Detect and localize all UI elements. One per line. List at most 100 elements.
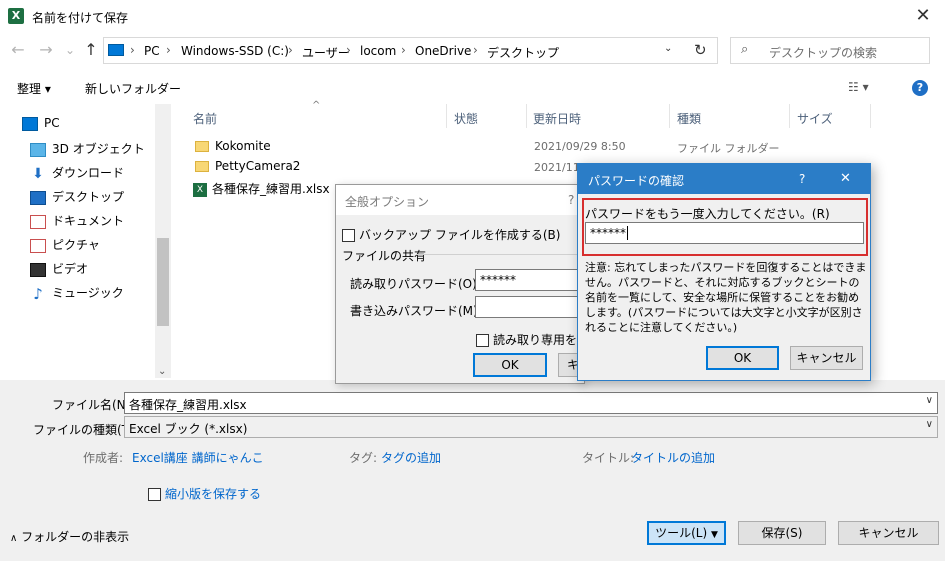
cube-icon <box>30 142 46 157</box>
title-bar <box>0 0 945 32</box>
readonly-checkbox[interactable]: 読み取り専用を推 <box>476 331 589 348</box>
checkbox-icon[interactable] <box>342 229 355 242</box>
checkbox-icon[interactable] <box>476 334 489 347</box>
checkbox-icon[interactable] <box>148 488 161 501</box>
filename-input[interactable]: 各種保存_練習用.xlsx ∨ <box>124 392 938 414</box>
filename-label: ファイル名(N): <box>52 398 135 412</box>
cancel-button[interactable]: キャンセル <box>838 521 939 545</box>
search-box[interactable]: ⌕ デスクトップの検索 <box>730 37 930 64</box>
tags-link[interactable]: タグの追加 <box>381 449 441 466</box>
password-close-button[interactable]: ✕ <box>840 171 851 186</box>
column-header-type[interactable]: 種類 <box>677 110 701 127</box>
address-bar[interactable]: › PC › Windows-SSD (C:) › ユーザー › locom ›… <box>103 37 718 64</box>
breadcrumb-locom[interactable]: locom <box>360 44 396 58</box>
address-dropdown-icon[interactable]: ⌄ <box>664 43 672 54</box>
read-password-label: 読み取りパスワード(O): <box>350 277 481 291</box>
chevron-down-icon[interactable]: ∨ <box>926 419 933 430</box>
tree-item-desktop[interactable]: デスクトップ <box>30 188 124 210</box>
search-input[interactable]: デスクトップの検索 <box>769 44 877 61</box>
tree-item-documents[interactable]: ドキュメント <box>30 212 124 234</box>
reenter-password-field[interactable]: ****** <box>585 222 864 244</box>
title-label: タイトル: <box>582 451 635 465</box>
desktop-icon <box>30 190 46 205</box>
column-divider[interactable] <box>870 104 871 128</box>
password-help-button[interactable]: ? <box>799 172 805 186</box>
column-header-size[interactable]: サイズ <box>797 110 833 127</box>
back-button[interactable]: ← <box>8 40 28 60</box>
tree-item-pictures[interactable]: ピクチャ <box>30 236 100 258</box>
window-title: 名前を付けて保存 <box>32 11 129 25</box>
up-button[interactable]: ↑ <box>81 40 101 60</box>
column-divider[interactable] <box>446 104 447 128</box>
column-header-status[interactable]: 状態 <box>454 110 478 127</box>
window-close-button[interactable]: ✕ <box>905 2 941 30</box>
password-cancel-button[interactable]: キャンセル <box>790 346 863 370</box>
help-icon[interactable]: ? <box>912 80 928 96</box>
folder-icon <box>195 161 209 172</box>
text-cursor <box>627 226 628 240</box>
document-icon <box>30 214 46 229</box>
download-icon: ⬇ <box>32 165 44 182</box>
organize-menu[interactable]: 整理 ▾ <box>17 80 51 97</box>
divider <box>416 254 584 255</box>
recent-locations-button[interactable]: ⌄ <box>60 40 80 60</box>
scroll-down-icon[interactable]: ⌄ <box>158 366 166 377</box>
breadcrumb-onedrive[interactable]: OneDrive <box>415 44 471 58</box>
breadcrumb-desktop[interactable]: デスクトップ <box>487 44 559 61</box>
file-type: ファイル フォルダー <box>677 142 780 155</box>
author-link[interactable]: Excel講座 講師にゃんこ <box>132 449 264 466</box>
chevron-down-icon[interactable]: ∨ <box>926 395 933 406</box>
options-dialog-title: 全般オプション <box>345 195 430 209</box>
picture-icon <box>30 238 46 253</box>
breadcrumb-pc[interactable]: PC <box>144 44 160 58</box>
column-divider[interactable] <box>789 104 790 128</box>
write-password-field[interactable] <box>475 296 585 318</box>
author-label: 作成者: <box>83 451 124 465</box>
tree-item-downloads[interactable]: ⬇ ダウンロード <box>30 164 124 186</box>
reenter-password-label: パスワードをもう一度入力してください。(R) <box>585 207 830 221</box>
excel-app-icon: X <box>8 8 24 24</box>
music-icon: ♪ <box>33 284 43 303</box>
write-password-label: 書き込みパスワード(M): <box>350 304 482 318</box>
password-ok-button[interactable]: OK <box>706 346 779 370</box>
column-header-name[interactable]: 名前 <box>193 110 217 127</box>
breadcrumb-users[interactable]: ユーザー <box>302 44 350 61</box>
excel-file-icon: X <box>193 182 207 197</box>
folder-icon <box>195 141 209 152</box>
file-row[interactable]: X 各種保存_練習用.xlsx <box>193 180 330 202</box>
column-divider[interactable] <box>669 104 670 128</box>
hide-folders-toggle[interactable]: ∧ フォルダーの非表示 <box>10 528 129 545</box>
confirm-password-dialog: パスワードの確認 ? ✕ パスワードをもう一度入力してください。(R) ****… <box>577 163 871 381</box>
chevron-up-icon: ∧ <box>10 533 18 544</box>
breadcrumb-drive[interactable]: Windows-SSD (C:) <box>181 44 289 58</box>
view-options-icon[interactable]: ☷ ▾ <box>848 80 882 96</box>
column-divider[interactable] <box>526 104 527 128</box>
dropdown-arrow-icon: ▼ <box>710 530 718 540</box>
refresh-button[interactable]: ↻ <box>694 41 707 59</box>
new-folder-button[interactable]: 新しいフォルダー <box>85 80 181 97</box>
thumbnail-checkbox[interactable]: 縮小版を保存する <box>148 485 261 502</box>
pc-icon <box>108 44 124 56</box>
forward-button[interactable]: → <box>36 40 56 60</box>
file-date: 2021/11/ <box>534 161 584 174</box>
password-dialog-title: パスワードの確認 <box>588 174 685 188</box>
read-password-field[interactable]: ****** <box>475 269 585 291</box>
tree-item-3d-objects[interactable]: 3D オブジェクト <box>30 140 145 162</box>
column-header-date[interactable]: 更新日時 <box>533 110 581 127</box>
options-ok-button[interactable]: OK <box>473 353 547 377</box>
tree-item-videos[interactable]: ビデオ <box>30 260 88 282</box>
options-help-button[interactable]: ? <box>568 193 574 207</box>
tree-item-music[interactable]: ♪ ミュージック <box>30 284 124 306</box>
file-row[interactable]: Kokomite <box>195 139 271 161</box>
save-button[interactable]: 保存(S) <box>738 521 826 545</box>
sharing-heading: ファイルの共有 <box>342 249 427 263</box>
file-row[interactable]: PettyCamera2 <box>195 159 300 181</box>
tree-item-pc[interactable]: PC <box>22 116 60 138</box>
backup-checkbox[interactable]: バックアップ ファイルを作成する(B) <box>342 226 560 243</box>
title-link[interactable]: タイトルの追加 <box>631 449 715 466</box>
tree-scrollbar-thumb[interactable] <box>157 238 169 326</box>
tools-button[interactable]: ツール(L) ▼ <box>647 521 726 545</box>
sort-ascending-icon: ^ <box>312 100 321 111</box>
filetype-select[interactable]: Excel ブック (*.xlsx) ∨ <box>124 416 938 438</box>
tags-label: タグ: <box>349 451 378 465</box>
